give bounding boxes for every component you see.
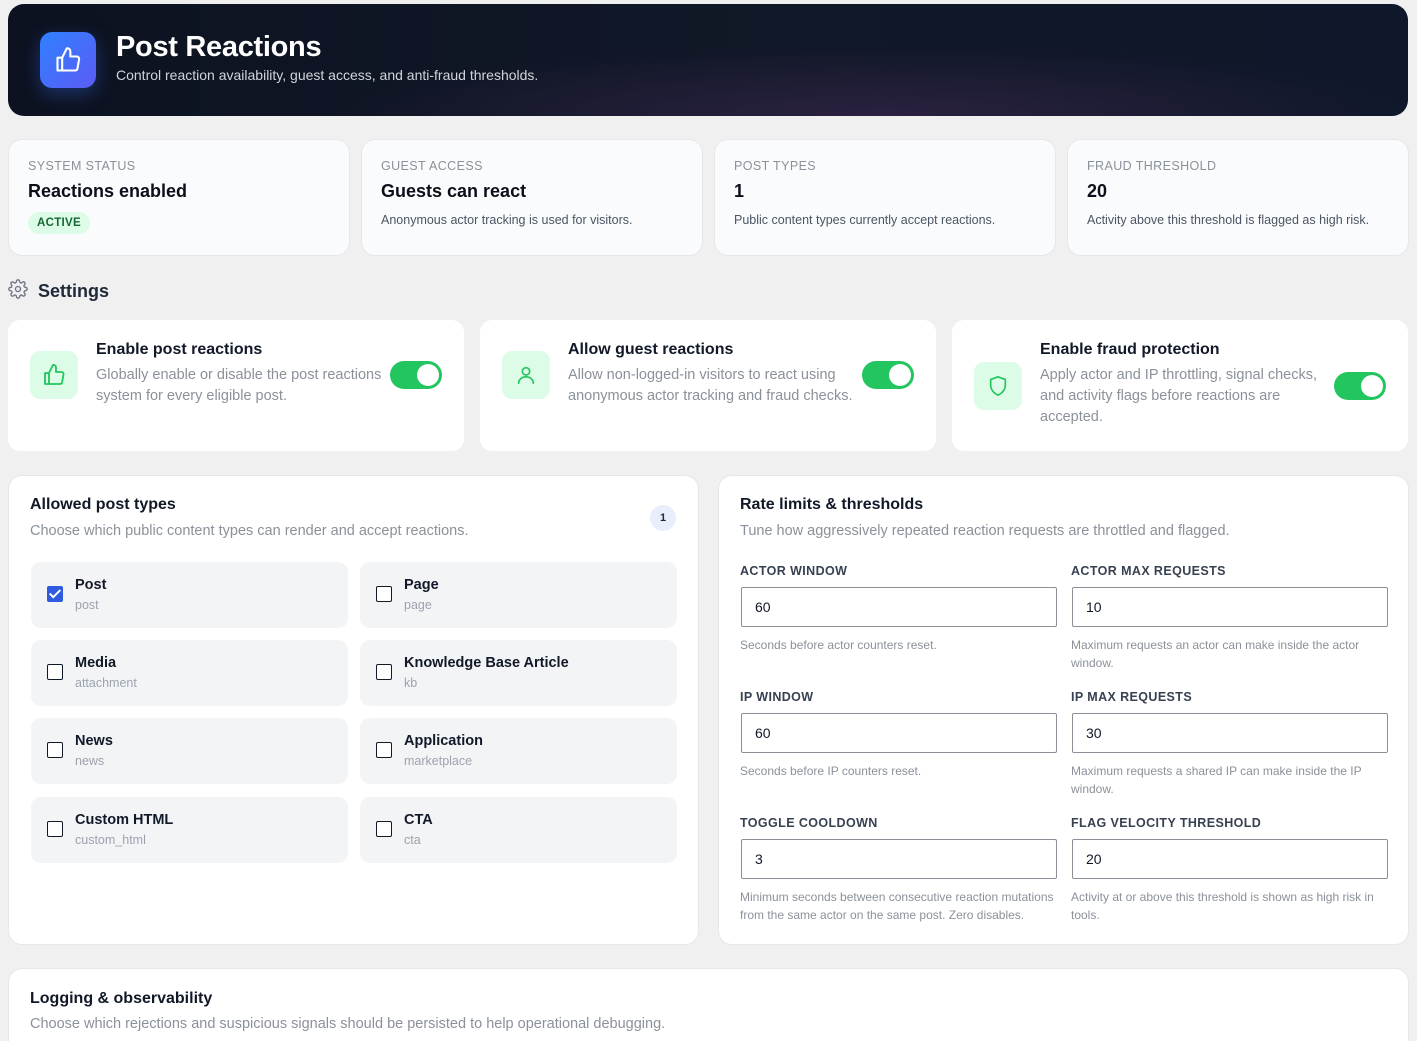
post-type-name: Post [75,577,107,593]
page-subtitle: Control reaction availability, guest acc… [116,67,539,83]
post-type-name: CTA [404,812,433,828]
toggle-title: Allow guest reactions [568,341,734,358]
toggle-title: Enable post reactions [96,341,263,358]
toggle-card-guest-reactions: Allow guest reactions Allow non-logged-i… [480,320,936,451]
post-type-name: Page [404,577,439,593]
actor-window-input[interactable] [741,587,1057,627]
field-help: Activity at or above this threshold is s… [1071,890,1374,922]
actor-window-label: ACTOR WINDOW [740,564,848,578]
checkbox-kb[interactable] [376,664,392,680]
count-badge: 1 [650,505,676,531]
stat-card-guest-access: GUEST ACCESS Guests can react Anonymous … [361,139,703,256]
stat-value: 20 [1087,181,1108,201]
stat-desc: Public content types currently accept re… [734,213,996,227]
post-type-slug: page [404,598,432,612]
post-type-slug: marketplace [404,754,473,768]
post-type-name: Custom HTML [75,812,174,828]
field-help: Seconds before actor counters reset. [740,638,937,652]
toggle-desc: Allow non-logged-in visitors to react us… [568,367,853,404]
post-type-custom-html[interactable]: Custom HTML custom_html [31,797,348,863]
panel-desc: Choose which rejections and suspicious s… [30,1016,666,1032]
stat-label: FRAUD THRESHOLD [1087,159,1217,173]
panel-desc: Tune how aggressively repeated reaction … [740,523,1230,539]
stat-label: POST TYPES [734,159,817,173]
field-help: Seconds before IP counters reset. [740,764,922,778]
panel-title: Allowed post types [30,496,176,513]
settings-title: Settings [38,281,110,301]
toggle-cooldown-input[interactable] [741,839,1057,879]
shield-icon [974,362,1022,410]
ip-window-input[interactable] [741,713,1057,753]
stat-value: 1 [734,181,745,201]
ip-max-requests-input[interactable] [1072,713,1388,753]
post-type-cta[interactable]: CTA cta [360,797,677,863]
panel-desc: Choose which public content types can re… [30,523,469,539]
field-help: Maximum requests a shared IP can make in… [1071,764,1362,796]
post-type-name: Application [404,733,483,749]
toggle-desc: Globally enable or disable the post reac… [96,367,382,404]
checkbox-application[interactable] [376,742,392,758]
fraud-protection-toggle[interactable] [1334,372,1386,400]
status-badge: ACTIVE [28,212,90,234]
checkbox-media[interactable] [47,664,63,680]
guest-reactions-toggle[interactable] [862,361,914,389]
post-type-application[interactable]: Application marketplace [360,718,677,784]
post-type-post[interactable]: Post post [31,562,348,628]
toggle-card-enable-reactions: Enable post reactions Globally enable or… [8,320,464,451]
toggle-title: Enable fraud protection [1040,341,1220,358]
post-type-name: Media [75,655,117,671]
checkbox-post[interactable] [47,586,63,602]
stat-desc: Activity above this threshold is flagged… [1087,213,1370,227]
enable-reactions-toggle[interactable] [390,361,442,389]
thumbs-up-icon [40,32,96,88]
toggle-card-fraud-protection: Enable fraud protection Apply actor and … [952,320,1408,451]
thumbs-up-icon [30,351,78,399]
post-type-slug: kb [404,676,418,690]
post-type-kb[interactable]: Knowledge Base Article kb [360,640,677,706]
post-type-slug: custom_html [75,833,146,847]
actor-max-requests-input[interactable] [1072,587,1388,627]
stat-value: Reactions enabled [28,181,188,201]
settings-heading: Settings [8,279,109,304]
user-icon [502,351,550,399]
post-type-slug: attachment [75,676,137,690]
toggle-cooldown-label: TOGGLE COOLDOWN [740,816,878,830]
stat-desc: Anonymous actor tracking is used for vis… [381,213,633,227]
post-type-slug: cta [404,833,421,847]
stat-value: Guests can react [381,181,527,201]
checkbox-custom-html[interactable] [47,821,63,837]
post-type-name: Knowledge Base Article [404,655,569,671]
logging-panel: Logging & observability Choose which rej… [8,968,1409,1041]
ip-window-label: IP WINDOW [740,690,814,704]
checkbox-news[interactable] [47,742,63,758]
flag-velocity-threshold-input[interactable] [1072,839,1388,879]
post-types-panel: Allowed post types Choose which public c… [8,475,699,945]
panel-title: Rate limits & thresholds [740,496,924,513]
stat-card-system-status: SYSTEM STATUS Reactions enabled ACTIVE [8,139,350,256]
actor-max-requests-label: ACTOR MAX REQUESTS [1071,564,1226,578]
post-type-media[interactable]: Media attachment [31,640,348,706]
field-help: Maximum requests an actor can make insid… [1071,638,1360,670]
panel-title: Logging & observability [30,990,213,1007]
page-header: Post Reactions Control reaction availabi… [8,4,1408,116]
post-type-slug: post [75,598,99,612]
toggle-desc: Apply actor and IP throttling, signal ch… [1040,367,1317,425]
gear-icon [8,279,28,304]
checkbox-page[interactable] [376,586,392,602]
rate-limits-panel: Rate limits & thresholds Tune how aggres… [718,475,1409,945]
stat-card-post-types: POST TYPES 1 Public content types curren… [714,139,1056,256]
post-type-page[interactable]: Page page [360,562,677,628]
field-help: Minimum seconds between consecutive reac… [740,890,1054,922]
stat-card-fraud-threshold: FRAUD THRESHOLD 20 Activity above this t… [1067,139,1409,256]
checkbox-cta[interactable] [376,821,392,837]
stat-label: SYSTEM STATUS [28,159,136,173]
stat-label: GUEST ACCESS [381,159,483,173]
page-title: Post Reactions [116,31,322,63]
ip-max-requests-label: IP MAX REQUESTS [1071,690,1193,704]
post-type-name: News [75,733,113,749]
post-type-news[interactable]: News news [31,718,348,784]
flag-velocity-threshold-label: FLAG VELOCITY THRESHOLD [1071,816,1262,830]
post-type-slug: news [75,754,105,768]
